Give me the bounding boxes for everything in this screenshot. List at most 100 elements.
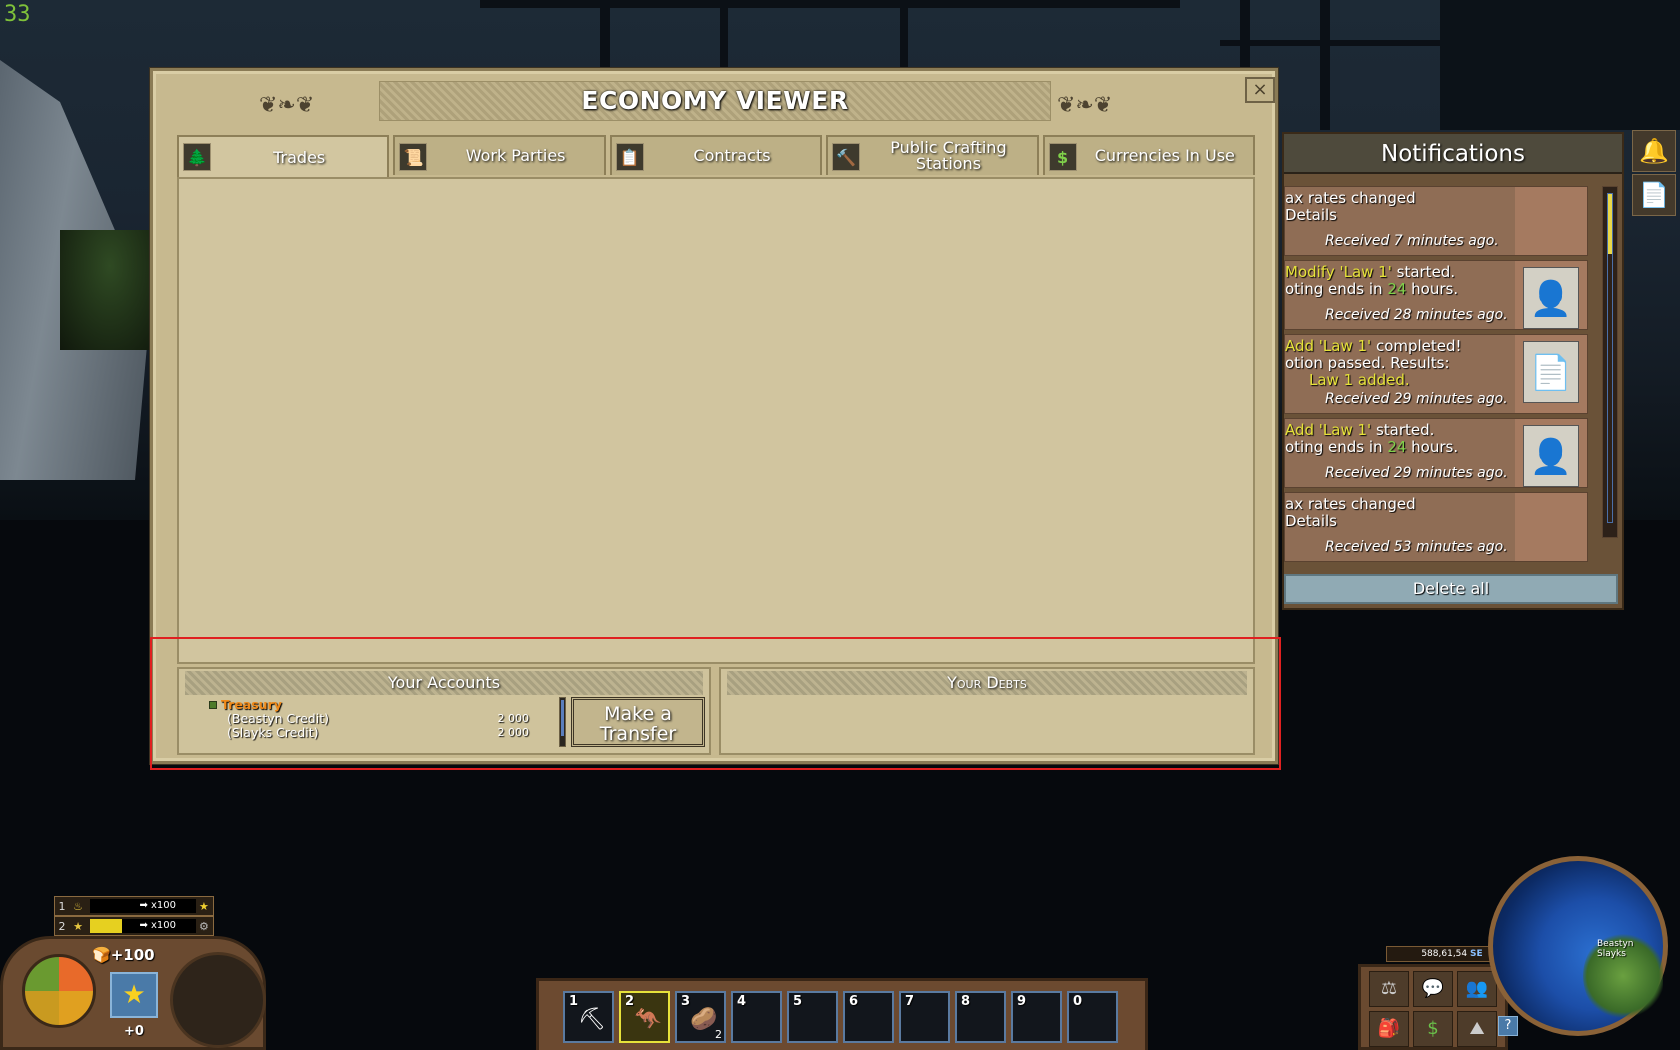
food-value: 🍞+100 [92,946,155,964]
title-bar: ECONOMY VIEWER [379,81,1051,121]
compass-direction: SE [1470,949,1483,959]
tab-label: Trades [273,148,326,167]
notification-text: Add 'Law 1' completed! otion passed. Res… [1285,335,1521,389]
notifications-panel: Notifications ax rates changed Details R… [1282,132,1624,610]
transfer-label-line1: Make a [604,703,672,725]
calorie-icon: ♨ [73,899,83,913]
notification-item[interactable]: ax rates changed Details Received 53 min… [1284,492,1588,562]
hotbar-slot[interactable]: 3 🥔 2 [675,991,726,1043]
tab-trades[interactable]: 🌲 Trades [177,135,390,179]
close-button[interactable]: × [1245,77,1275,103]
tab-public-crafting-stations[interactable]: 🔨 Public Crafting Stations [826,135,1039,175]
stat-row-1[interactable]: 1 ♨ ➡ x100 ★ [54,896,214,916]
housing-value: +0 [124,1024,144,1039]
delete-all-button[interactable]: Delete all [1284,574,1618,604]
hotbar-slot[interactable]: 0 [1067,991,1118,1043]
notification-side: 📄 [1515,335,1587,413]
hotbar-slot[interactable]: 9 [1011,991,1062,1043]
hotbar-slot[interactable]: 5 [787,991,838,1043]
tree-icon: 🌲 [183,143,211,171]
hotbar-slot[interactable]: 6 [843,991,894,1043]
notification-fragment: hours. [1406,439,1459,456]
slot-number: 8 [961,994,971,1009]
notification-side [1515,187,1587,255]
bread-icon: 🍞 [92,946,111,964]
hotbar-slot[interactable]: 2 🦘 [619,991,670,1043]
law-link[interactable]: Add 'Law 1' [1285,338,1371,355]
tab-label: Contracts [693,146,771,165]
tab-currencies-in-use[interactable]: $ Currencies In Use [1042,135,1256,175]
people-icon[interactable]: 👥 [1457,971,1497,1007]
stat-row-2[interactable]: 2 ★ ➡ x100 ⚙ [54,916,214,936]
account-balance-row: (Slayks Credit) 2 000 [209,726,529,740]
currency-name: (Beastyn Credit) [227,711,329,726]
notifications-scrollbar[interactable] [1602,186,1618,538]
law-link[interactable]: Modify 'Law 1' [1285,264,1392,281]
scroll-thumb[interactable] [1607,193,1613,523]
account-entry[interactable]: Treasury [209,697,529,712]
money-bag-icon[interactable]: $ [1413,1011,1453,1047]
notification-item[interactable]: Add 'Law 1' started. oting ends in 24 ho… [1284,418,1588,488]
notification-time: Received 7 minutes ago. [1325,233,1499,249]
backpack-icon[interactable]: 🎒 [1369,1011,1409,1047]
notification-item[interactable]: Add 'Law 1' completed! otion passed. Res… [1284,334,1588,414]
landscape-icon[interactable]: ⛰ [1457,1011,1497,1047]
tab-contracts[interactable]: 📋 Contracts [609,135,823,175]
account-list[interactable]: Treasury (Beastyn Credit) 2 000 (Slayks … [209,697,529,740]
notification-fragment: oting ends in [1285,439,1388,456]
hotbar-slot[interactable]: 7 [899,991,950,1043]
notification-line[interactable]: Details [1285,513,1521,530]
notification-list[interactable]: ax rates changed Details Received 7 minu… [1284,186,1588,576]
slot-number: 5 [793,994,803,1009]
notification-line[interactable]: Details [1285,207,1521,224]
slot-number: 7 [905,994,915,1009]
transfer-label-line2: Transfer [599,723,677,745]
notification-line: oting ends in 24 hours. [1285,281,1521,298]
notification-line: ax rates changed [1285,190,1416,207]
tab-bar: 🌲 Trades 📜 Work Parties 📋 Contracts 🔨 Pu… [177,135,1256,179]
notification-side: 👤 [1515,419,1587,487]
notification-item[interactable]: ax rates changed Details Received 7 minu… [1284,186,1588,256]
chat-icon[interactable]: 💬 [1413,971,1453,1007]
help-button[interactable]: ? [1498,1016,1518,1036]
law-link[interactable]: Add 'Law 1' [1285,422,1371,439]
bell-icon[interactable]: 🔔 [1632,130,1676,172]
gear-icon[interactable]: ⚙ [199,920,213,933]
gavel-icon[interactable]: ⚖ [1369,971,1409,1007]
notification-item[interactable]: Modify 'Law 1' started. oting ends in 24… [1284,260,1588,330]
player-status-hud: 1 ♨ ➡ x100 ★ 2 ★ ➡ x100 ⚙ 🍞+100 ★ +0 [0,896,270,1050]
title-flourish-left: ❦❧❦ [259,93,315,118]
notification-time: Received 29 minutes ago. [1325,465,1508,481]
skill-star-button[interactable]: ★ [110,972,158,1018]
hill [60,230,160,350]
nutrition-pie-chart[interactable] [22,954,96,1028]
notification-line: Add 'Law 1' started. [1285,422,1521,439]
hotbar-slot[interactable]: 1 ⛏ [563,991,614,1043]
hotbar-slot[interactable]: 4 [731,991,782,1043]
scaffold-structure [1440,0,1680,130]
slot-number: 6 [849,994,859,1009]
notification-text: ax rates changed Details [1285,493,1521,530]
minimap[interactable]: Beastyn Slayks [1488,856,1668,1036]
accounts-header: Your Accounts [185,671,703,695]
side-icon-bar: 🔔 📄 [1632,130,1676,220]
account-icon [209,701,217,709]
notification-line: Add 'Law 1' completed! [1285,338,1521,355]
scroll-thumb[interactable] [561,700,564,736]
notification-fragment: started. [1391,264,1456,281]
empty-hud-slot [170,952,266,1048]
accounts-scrollbar[interactable] [559,697,566,747]
tab-label: Currencies In Use [1094,146,1235,165]
tab-work-parties[interactable]: 📜 Work Parties [393,135,606,175]
hotbar: 1 ⛏ 2 🦘 3 🥔 2 4 5 6 7 8 9 0 [536,978,1148,1050]
map-hud: 588,61,54 SE ⚖ 💬 👥 🎒 $ ⛰ Beastyn Slayks ? [1330,852,1680,1050]
notification-line[interactable]: Law 1 added. [1285,372,1521,389]
document-icon[interactable]: 📄 [1632,174,1676,216]
notification-line: otion passed. Results: [1285,355,1450,372]
hotbar-slot[interactable]: 8 [955,991,1006,1043]
fps-counter: 33 [4,2,31,27]
hotbar-slots: 1 ⛏ 2 🦘 3 🥔 2 4 5 6 7 8 9 0 [563,991,1118,1043]
make-transfer-button[interactable]: Make a Transfer [571,697,705,747]
currency-amount: 2 000 [497,726,530,739]
minimap-label: Beastyn Slayks [1597,939,1633,959]
